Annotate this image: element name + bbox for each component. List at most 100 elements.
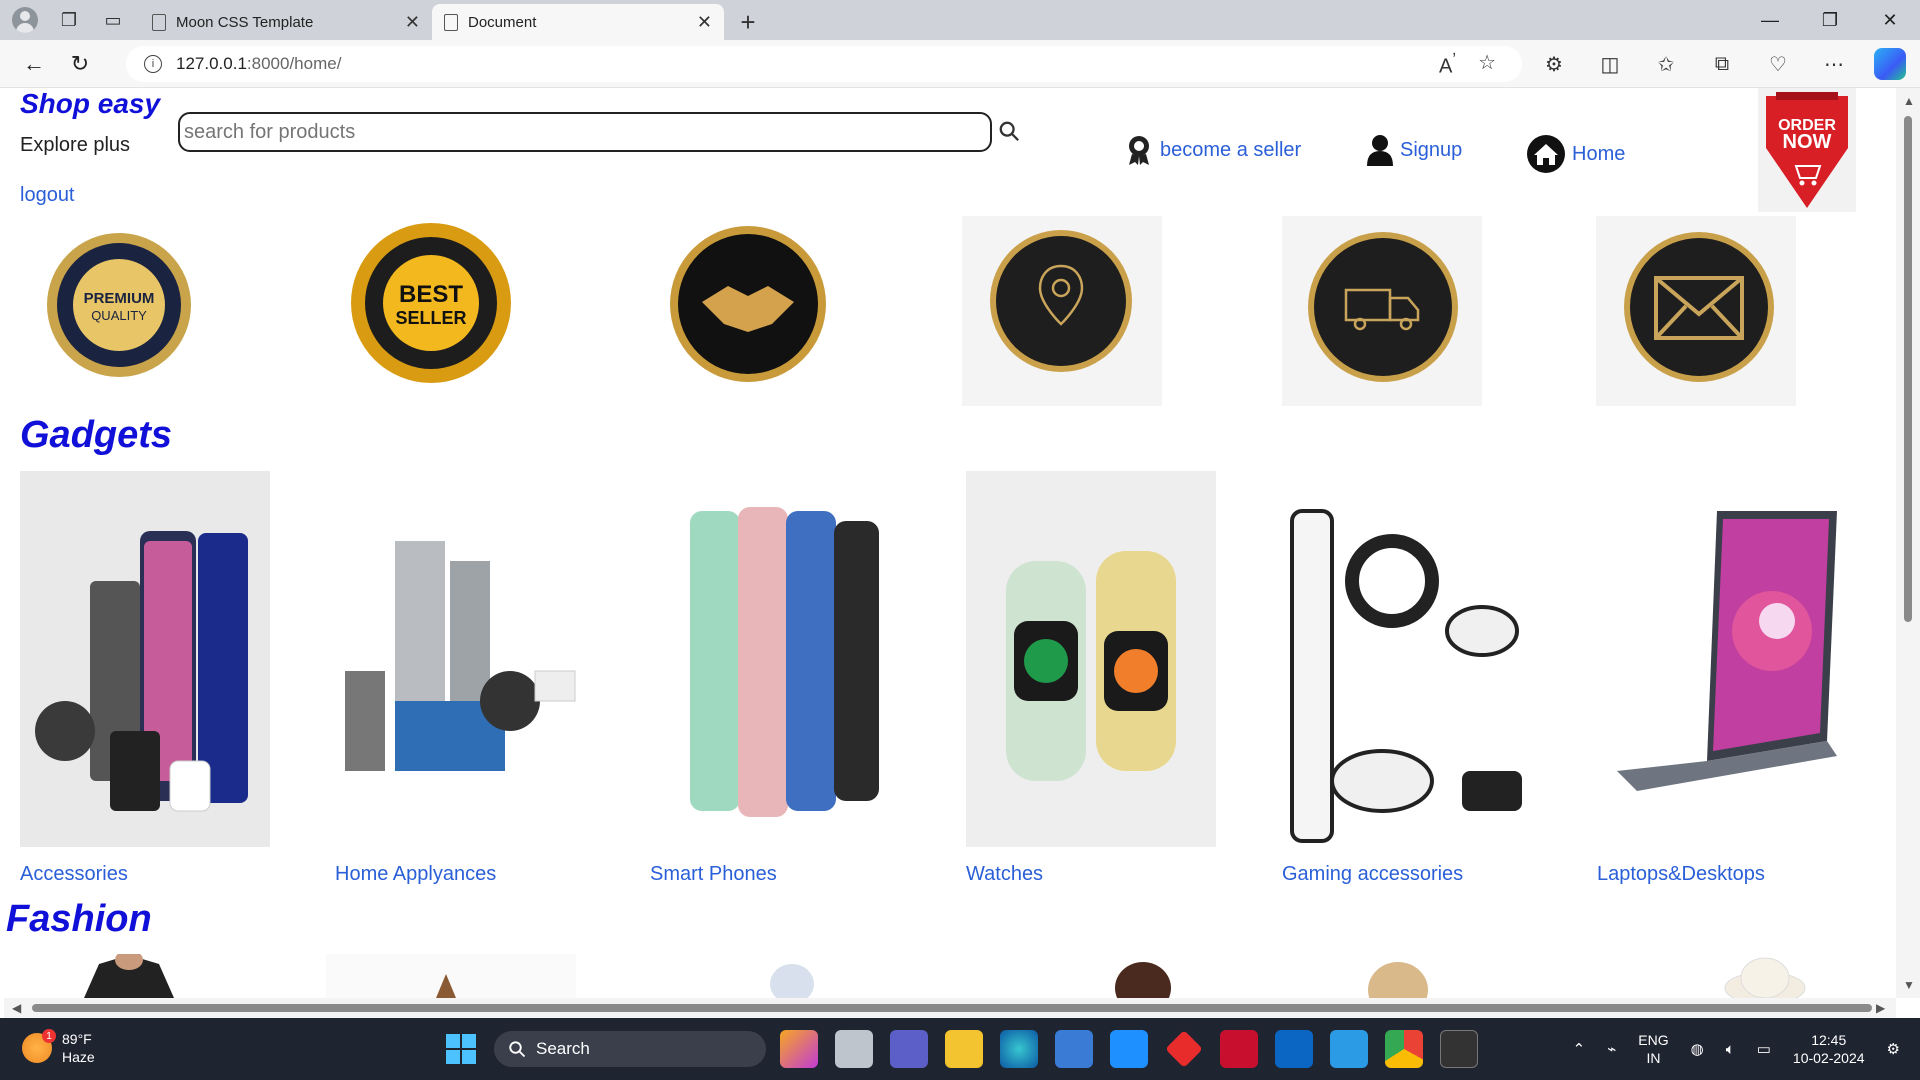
copilot-app-icon[interactable] (780, 1030, 818, 1068)
show-hidden-icons-icon[interactable]: ⌃ (1573, 1040, 1586, 1058)
order-now-banner[interactable]: ORDER NOW (1758, 88, 1856, 212)
become-seller-label: become a seller (1160, 138, 1302, 161)
new-tab-button[interactable]: + (730, 4, 766, 40)
brand-logo[interactable]: Shop easy (20, 88, 160, 120)
language-indicator[interactable]: ENG IN (1638, 1031, 1668, 1067)
extensions-icon[interactable]: ⚙ (1538, 48, 1570, 80)
scroll-right-arrow[interactable]: ▶ (1876, 1001, 1885, 1015)
search-input[interactable] (178, 112, 992, 152)
product-smart-phones[interactable]: Smart Phones (650, 471, 900, 885)
browser-essentials-icon[interactable]: ♡ (1762, 48, 1794, 80)
url-host: 127.0.0.1 (176, 54, 247, 73)
more-menu-icon[interactable]: ⋯ (1818, 48, 1850, 80)
fashion-image-6[interactable] (1720, 954, 1810, 998)
product-label[interactable]: Laptops&Desktops (1597, 863, 1765, 886)
close-tab-icon[interactable]: ✕ (697, 12, 712, 33)
clock[interactable]: 12:45 10-02-2024 (1793, 1031, 1865, 1067)
product-label[interactable]: Home Applyances (335, 863, 496, 886)
fashion-image-5[interactable] (1358, 954, 1438, 998)
site-info-icon[interactable]: i (144, 55, 162, 73)
taskbar-search[interactable]: Search (494, 1031, 766, 1067)
premium-quality-badge-icon: PREMIUM QUALITY (47, 233, 191, 377)
copilot-icon[interactable] (1874, 48, 1906, 80)
horizontal-scroll-thumb[interactable] (32, 1004, 1872, 1012)
page-viewport: Shop easy Explore plus logout become a s… (4, 88, 1900, 998)
feature-badges: PREMIUM QUALITY BEST SELLER (4, 216, 1900, 406)
back-button[interactable]: ← (16, 46, 52, 82)
product-label[interactable]: Accessories (20, 863, 128, 886)
help-icon[interactable] (1110, 1030, 1148, 1068)
gaming-accessories-image (1282, 471, 1532, 847)
home-appliances-image (335, 471, 585, 847)
network-offline-icon[interactable]: ⌁ (1607, 1040, 1616, 1058)
fashion-image-2[interactable] (326, 954, 576, 998)
product-watches[interactable]: Watches (966, 471, 1216, 885)
store-icon[interactable] (1055, 1030, 1093, 1068)
address-bar-row: ← ↻ i 127.0.0.1:8000/home/ Aʼ ☆ ⚙ ◫ ✩ ⧉ … (0, 40, 1920, 88)
taskbar-search-label: Search (536, 1039, 590, 1058)
signup-link[interactable]: Signup (1366, 134, 1462, 166)
battery-icon[interactable]: ▭ (1757, 1040, 1771, 1058)
scroll-left-arrow[interactable]: ◀ (12, 1001, 21, 1015)
home-link[interactable]: Home (1526, 134, 1625, 174)
mcafee-icon[interactable] (1220, 1030, 1258, 1068)
restore-button[interactable]: ❐ (1800, 0, 1860, 40)
award-ribbon-icon (1129, 136, 1149, 165)
product-accessories[interactable]: Accessories (20, 471, 270, 885)
scroll-up-arrow[interactable]: ▲ (1903, 94, 1915, 108)
refresh-button[interactable]: ↻ (62, 46, 98, 82)
edge-icon[interactable] (1000, 1030, 1038, 1068)
tab-document[interactable]: Document ✕ (432, 4, 724, 40)
scroll-down-arrow[interactable]: ▼ (1903, 978, 1915, 992)
task-view-icon[interactable] (835, 1030, 873, 1068)
tab-actions-icon[interactable]: ▭ (100, 7, 126, 33)
linkedin-icon[interactable] (1275, 1030, 1313, 1068)
fashion-image-4[interactable] (1108, 954, 1178, 998)
tab-moon-css[interactable]: Moon CSS Template ✕ (140, 4, 432, 40)
weather-widget[interactable]: 1 89°F Haze (22, 1029, 95, 1066)
product-label[interactable]: Watches (966, 863, 1043, 886)
favorite-star-icon[interactable]: ☆ (1478, 50, 1496, 79)
globe-icon[interactable]: ◍ (1691, 1040, 1704, 1058)
fashion-heading: Fashion (6, 898, 152, 940)
close-tab-icon[interactable]: ✕ (405, 12, 420, 33)
close-window-button[interactable]: ✕ (1860, 0, 1920, 40)
product-laptops-desktops[interactable]: Laptops&Desktops (1597, 471, 1847, 885)
become-seller-link[interactable]: become a seller (1124, 134, 1301, 166)
collections-icon[interactable]: ⧉ (1706, 48, 1738, 80)
accessories-image (20, 471, 270, 847)
workspaces-icon[interactable]: ❐ (56, 7, 82, 33)
product-label[interactable]: Gaming accessories (1282, 863, 1463, 886)
mail-envelope-icon (1624, 232, 1774, 382)
horizontal-scrollbar[interactable]: ◀ ▶ (4, 998, 1896, 1018)
teams-icon[interactable] (890, 1030, 928, 1068)
svg-text:PREMIUM: PREMIUM (84, 290, 155, 307)
vertical-scrollbar[interactable]: ▲ ▼ (1896, 88, 1920, 998)
product-gaming-accessories[interactable]: Gaming accessories (1282, 471, 1532, 885)
page-icon (444, 13, 458, 31)
search-icon[interactable] (998, 120, 1020, 142)
terminal-icon[interactable] (1440, 1030, 1478, 1068)
minimize-button[interactable]: — (1740, 0, 1800, 40)
product-label[interactable]: Smart Phones (650, 863, 777, 886)
volume-icon[interactable]: 🔈︎ (1726, 1041, 1735, 1058)
system-tray: ⌃ ⌁ ENG IN ◍ 🔈︎ ▭ 12:45 10-02-2024 ⚙ (1573, 1018, 1900, 1080)
file-explorer-icon[interactable] (945, 1030, 983, 1068)
vscode-icon[interactable] (1330, 1030, 1368, 1068)
anydesk-icon[interactable] (1165, 1030, 1203, 1068)
windows-start-icon[interactable] (446, 1034, 476, 1064)
favorites-icon[interactable]: ✩ (1650, 48, 1682, 80)
chrome-icon[interactable] (1385, 1030, 1423, 1068)
product-home-appliances[interactable]: Home Applyances (335, 471, 585, 885)
tab-title: Moon CSS Template (176, 13, 314, 31)
vertical-scroll-thumb[interactable] (1904, 116, 1912, 622)
tab-title: Document (468, 13, 537, 31)
fashion-image-3[interactable] (756, 954, 836, 998)
url-field[interactable]: i 127.0.0.1:8000/home/ Aʼ ☆ (126, 46, 1522, 82)
read-aloud-icon[interactable]: Aʼ (1439, 50, 1456, 79)
profile-icon[interactable] (12, 7, 38, 33)
logout-link[interactable]: logout (20, 184, 75, 207)
settings-gear-icon[interactable]: ⚙ (1887, 1040, 1900, 1058)
split-screen-icon[interactable]: ◫ (1594, 48, 1626, 80)
fashion-image-1[interactable] (74, 954, 184, 998)
